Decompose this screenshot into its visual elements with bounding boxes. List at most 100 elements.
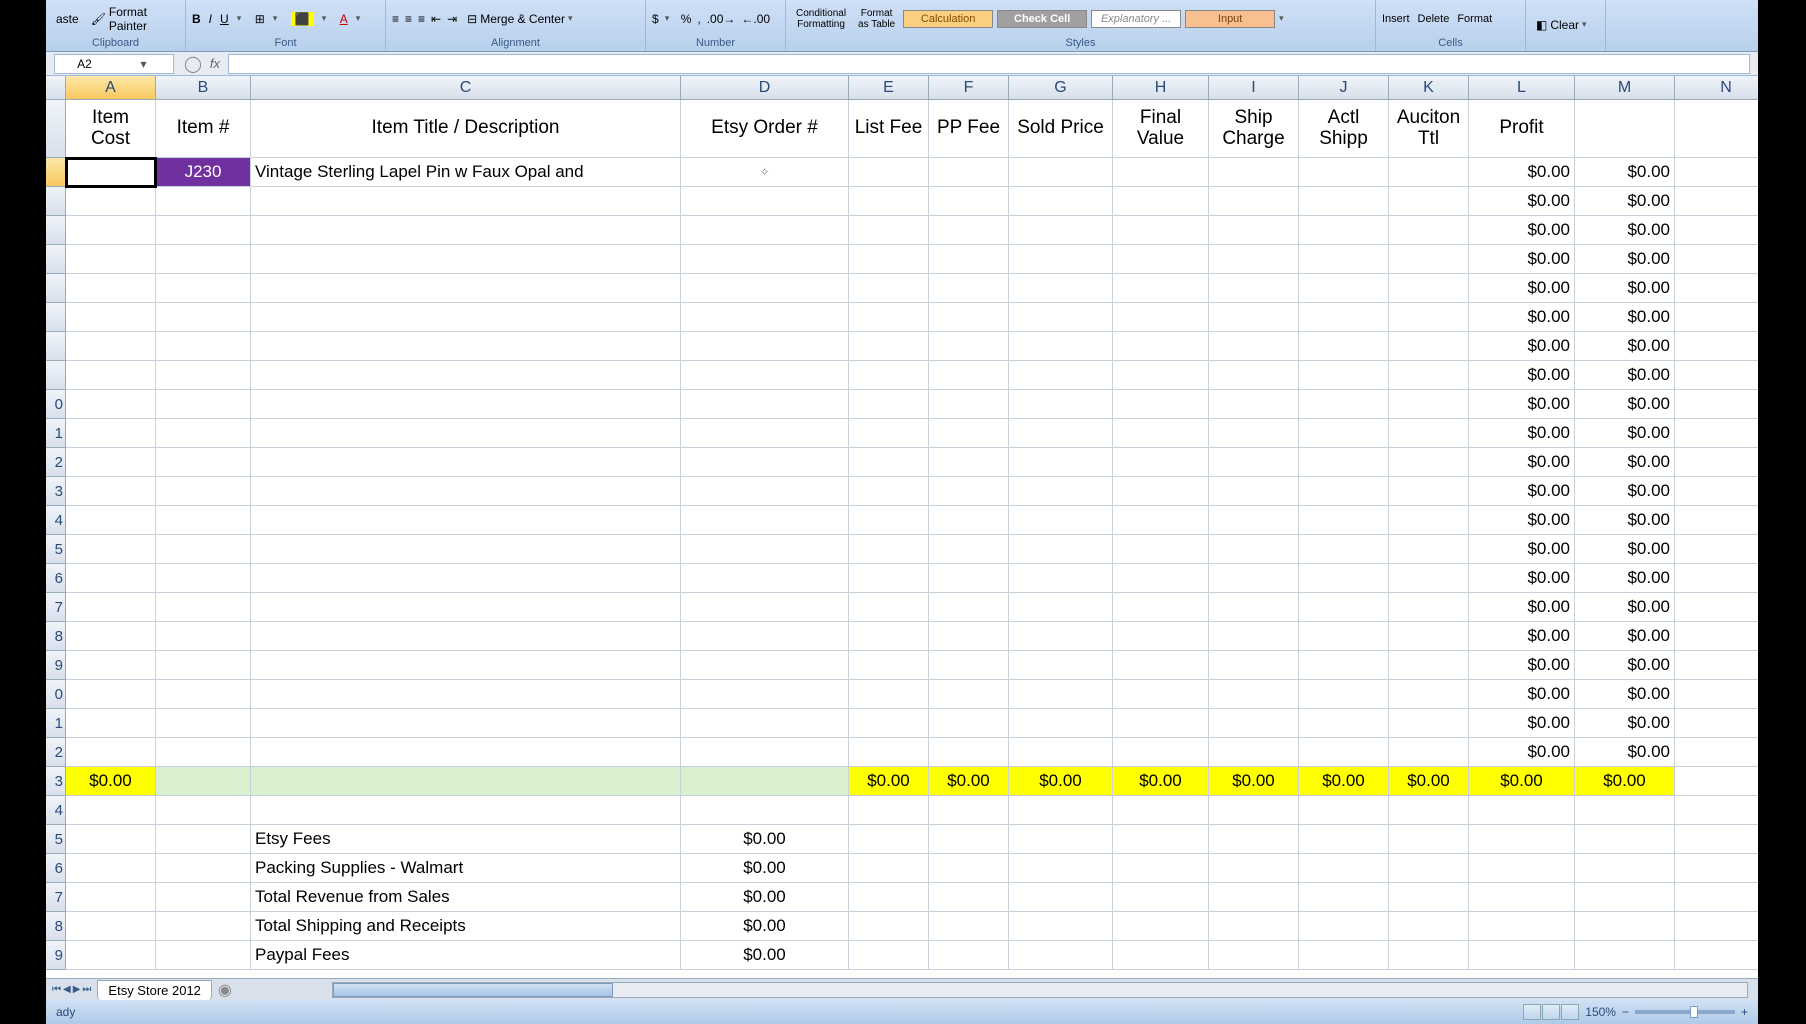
data-cell[interactable] [251,593,681,622]
summary-cell[interactable] [1209,941,1299,970]
data-cell[interactable] [849,709,929,738]
data-cell[interactable] [1299,216,1389,245]
row-header[interactable]: 2 [46,738,66,767]
data-cell[interactable] [66,274,156,303]
row-header[interactable]: 0 [46,680,66,709]
data-cell[interactable] [1675,419,1758,448]
row-header[interactable]: 8 [46,622,66,651]
data-cell[interactable] [1009,506,1113,535]
data-cell[interactable]: $0.00 [1575,680,1675,709]
summary-cell[interactable]: $0.00 [681,883,849,912]
column-header[interactable]: A [66,76,156,100]
percent-button[interactable]: % [681,12,692,26]
summary-cell[interactable] [156,883,251,912]
data-cell[interactable]: $0.00 [1469,680,1575,709]
column-header[interactable]: K [1389,76,1469,100]
data-cell[interactable] [1209,390,1299,419]
data-cell[interactable] [1299,361,1389,390]
data-cell[interactable]: $0.00 [1469,593,1575,622]
data-cell[interactable]: $0.00 [1575,593,1675,622]
data-cell[interactable] [66,651,156,680]
totals-cell[interactable]: $0.00 [1469,767,1575,796]
data-cell[interactable] [1389,477,1469,506]
data-cell[interactable] [1389,216,1469,245]
data-cell[interactable] [849,448,929,477]
data-cell[interactable]: ✧ [681,158,849,187]
summary-cell[interactable] [929,941,1009,970]
decrease-decimal-button[interactable]: ←.00 [741,12,770,26]
data-cell[interactable] [1675,680,1758,709]
data-cell[interactable] [1299,564,1389,593]
data-cell[interactable] [929,796,1009,825]
data-cell[interactable] [849,216,929,245]
data-cell[interactable] [156,303,251,332]
summary-cell[interactable]: Paypal Fees [251,941,681,970]
data-cell[interactable] [1209,651,1299,680]
data-cell[interactable] [156,535,251,564]
column-header[interactable]: B [156,76,251,100]
data-cell[interactable] [849,593,929,622]
sheet-nav-next[interactable]: ▶ [73,984,81,995]
data-cell[interactable] [1299,651,1389,680]
data-cell[interactable] [849,622,929,651]
summary-cell[interactable] [1299,941,1389,970]
data-cell[interactable] [1113,448,1209,477]
summary-cell[interactable]: Packing Supplies - Walmart [251,854,681,883]
data-cell[interactable] [1299,303,1389,332]
summary-cell[interactable] [1469,883,1575,912]
data-cell[interactable] [1675,390,1758,419]
data-cell[interactable] [1675,709,1758,738]
data-cell[interactable] [1113,535,1209,564]
summary-cell[interactable] [1113,883,1209,912]
data-cell[interactable] [156,651,251,680]
data-cell[interactable] [251,564,681,593]
data-cell[interactable] [681,477,849,506]
data-cell[interactable] [156,448,251,477]
row-header[interactable]: 1 [46,419,66,448]
data-cell[interactable] [1009,651,1113,680]
data-cell[interactable] [1299,593,1389,622]
data-cell[interactable] [156,216,251,245]
data-cell[interactable] [251,361,681,390]
data-cell[interactable] [1675,274,1758,303]
summary-cell[interactable]: Total Shipping and Receipts [251,912,681,941]
summary-cell[interactable] [849,825,929,854]
data-cell[interactable] [929,448,1009,477]
data-cell[interactable] [1675,187,1758,216]
data-cell[interactable] [1389,738,1469,767]
data-cell[interactable] [1009,796,1113,825]
header-cell[interactable] [1675,100,1758,158]
data-cell[interactable] [681,593,849,622]
data-cell[interactable] [929,158,1009,187]
summary-cell[interactable] [1299,912,1389,941]
data-cell[interactable] [66,738,156,767]
data-cell[interactable] [251,216,681,245]
summary-cell[interactable] [1675,854,1758,883]
summary-cell[interactable] [929,854,1009,883]
summary-cell[interactable] [1009,912,1113,941]
data-cell[interactable] [1209,419,1299,448]
data-cell[interactable] [1209,361,1299,390]
data-cell[interactable] [66,303,156,332]
header-cell[interactable]: Item Cost [66,100,156,158]
horizontal-scrollbar[interactable] [332,982,1748,998]
summary-cell[interactable] [929,883,1009,912]
name-box[interactable]: A2▾ [54,54,174,74]
delete-button[interactable]: Delete [1418,13,1450,25]
data-cell[interactable] [929,709,1009,738]
zoom-in-button[interactable]: + [1741,1005,1748,1019]
data-cell[interactable]: $0.00 [1469,651,1575,680]
paste-button[interactable]: aste [52,10,83,28]
data-cell[interactable] [681,332,849,361]
data-cell[interactable]: $0.00 [1469,390,1575,419]
summary-cell[interactable] [1389,825,1469,854]
data-cell[interactable] [1299,332,1389,361]
data-cell[interactable] [251,187,681,216]
data-cell[interactable] [1009,738,1113,767]
data-cell[interactable]: $0.00 [1575,419,1675,448]
data-cell[interactable] [251,506,681,535]
data-cell[interactable] [156,622,251,651]
data-cell[interactable] [1675,361,1758,390]
data-cell[interactable] [929,361,1009,390]
data-cell[interactable] [681,651,849,680]
